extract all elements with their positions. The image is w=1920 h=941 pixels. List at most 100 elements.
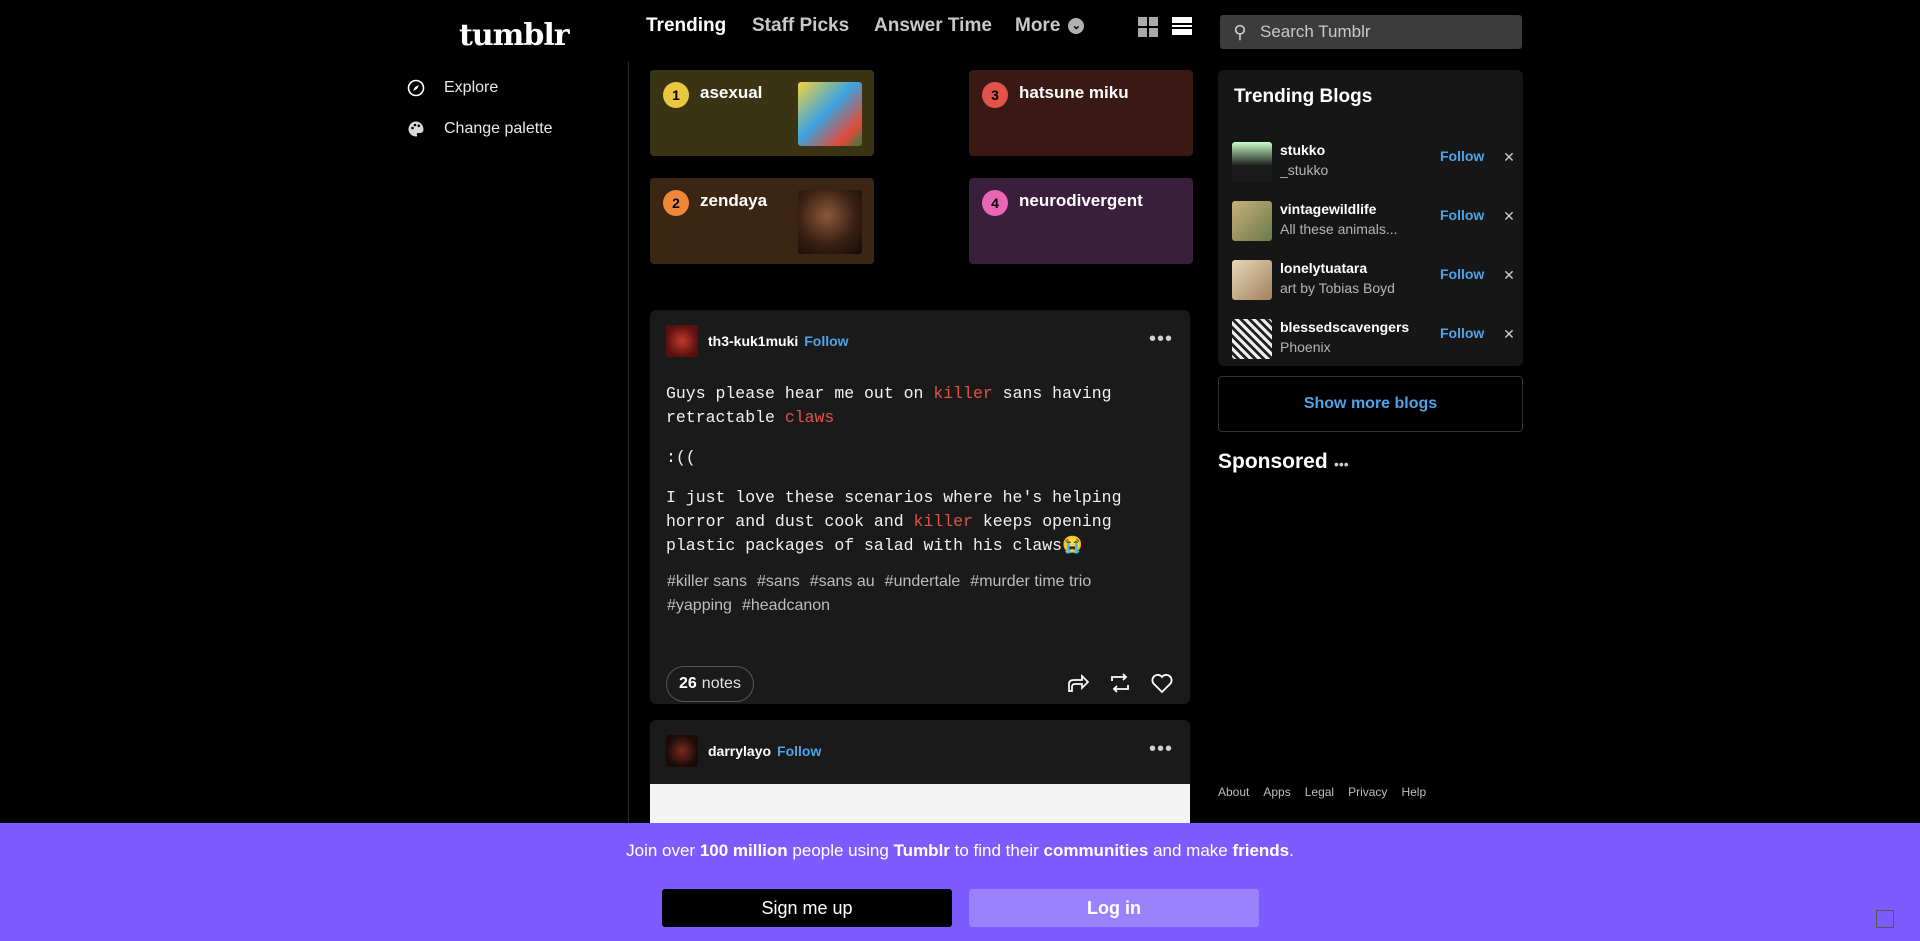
footer-link-legal[interactable]: Legal <box>1305 785 1334 799</box>
trending-blogs-panel: Trending Blogs stukko _stukko Follow ✕ v… <box>1218 70 1523 366</box>
more-options-button[interactable]: ••• <box>1334 456 1349 472</box>
post-header: th3-kuk1muki Follow ••• <box>650 310 1190 372</box>
blog-name: lonelytuatara <box>1280 260 1368 276</box>
blog-row-stukko[interactable]: stukko _stukko Follow ✕ <box>1232 136 1522 194</box>
close-icon[interactable]: ✕ <box>1502 209 1516 223</box>
footer-link-about[interactable]: About <box>1218 785 1249 799</box>
trending-thumbnail <box>798 190 862 254</box>
tag-link[interactable]: #sans <box>752 570 805 594</box>
trending-rank: 4 <box>982 190 1008 216</box>
scroll-to-top-button[interactable] <box>1876 910 1894 928</box>
blog-name: blessedscavengers <box>1280 319 1410 335</box>
trending-rank: 1 <box>663 82 689 108</box>
post-highlight: killer <box>933 384 993 403</box>
trending-rank: 2 <box>663 190 689 216</box>
tab-more[interactable]: More ⌄ <box>999 0 1100 52</box>
trending-name: asexual <box>700 83 763 102</box>
follow-button[interactable]: Follow <box>777 743 821 759</box>
banner-text: Join over 100 million people using Tumbl… <box>0 841 1920 861</box>
blog-name: vintagewildlife <box>1280 201 1377 217</box>
avatar <box>1232 319 1272 359</box>
blog-description: Phoenix <box>1280 339 1331 355</box>
trending-name: neurodivergent <box>1019 191 1143 210</box>
close-icon[interactable]: ✕ <box>1502 327 1516 341</box>
avatar[interactable] <box>666 325 698 357</box>
notes-label: notes <box>701 675 741 692</box>
view-list-button[interactable] <box>1170 14 1194 40</box>
reblog-button[interactable] <box>1107 670 1133 696</box>
blog-description: _stukko <box>1280 162 1329 178</box>
tab-answer-time[interactable]: Answer Time <box>858 0 1008 52</box>
trending-tile-neurodivergent[interactable]: 4 neurodivergent <box>969 178 1193 264</box>
follow-button[interactable]: Follow <box>804 333 848 349</box>
notes-button[interactable]: 26 notes <box>666 666 754 702</box>
sidebar-item-label: Explore <box>444 79 499 96</box>
footer-link-privacy[interactable]: Privacy <box>1348 785 1387 799</box>
trending-thumbnail <box>798 82 862 146</box>
signup-banner: Join over 100 million people using Tumbl… <box>0 823 1920 941</box>
tumblr-logo[interactable]: tumblr <box>459 18 570 53</box>
sidebar-item-label: Change palette <box>444 120 553 137</box>
sign-up-button[interactable]: Sign me up <box>662 889 952 927</box>
notes-count: 26 <box>679 675 697 692</box>
list-icon <box>1172 17 1192 35</box>
tab-trending[interactable]: Trending <box>630 0 742 52</box>
close-icon[interactable]: ✕ <box>1502 268 1516 282</box>
tag-link[interactable]: #yapping <box>662 594 737 618</box>
more-options-button[interactable]: ••• <box>1146 324 1176 354</box>
heart-icon <box>1151 674 1173 694</box>
footer-link-apps[interactable]: Apps <box>1263 785 1290 799</box>
trending-name: hatsune miku <box>1019 83 1129 102</box>
avatar <box>1232 260 1272 300</box>
trending-tile-hatsune-miku[interactable]: 3 hatsune miku <box>969 70 1193 156</box>
sidebar-divider <box>628 62 629 941</box>
palette-icon <box>406 119 426 139</box>
blog-row-blessedscavengers[interactable]: blessedscavengers Phoenix Follow ✕ <box>1232 313 1522 371</box>
search-input[interactable] <box>1260 15 1522 49</box>
tag-link[interactable]: #killer sans <box>662 570 752 594</box>
sidebar-item-explore[interactable]: Explore <box>390 68 628 108</box>
post-header: darrylayo Follow ••• <box>650 720 1190 782</box>
post-paragraph: :(( <box>666 448 696 467</box>
follow-button[interactable]: Follow <box>1440 207 1484 223</box>
post-username[interactable]: th3-kuk1muki <box>708 333 798 349</box>
trending-name: zendaya <box>700 191 768 210</box>
search-icon[interactable]: ⚲ <box>1220 22 1260 43</box>
search-box: ⚲ <box>1220 15 1522 49</box>
banner-bold: friends <box>1232 841 1290 860</box>
follow-button[interactable]: Follow <box>1440 148 1484 164</box>
share-button[interactable] <box>1065 670 1091 696</box>
sidebar-item-change-palette[interactable]: Change palette <box>390 109 628 149</box>
follow-button[interactable]: Follow <box>1440 266 1484 282</box>
tab-answer-time-label: Answer Time <box>874 15 992 36</box>
tab-staff-picks[interactable]: Staff Picks <box>736 0 865 52</box>
post-card: th3-kuk1muki Follow ••• Guys please hear… <box>650 310 1190 704</box>
blog-row-vintagewildlife[interactable]: vintagewildlife All these animals... Fol… <box>1232 195 1522 253</box>
post-username[interactable]: darrylayo <box>708 743 771 759</box>
avatar <box>1232 201 1272 241</box>
post-paragraph: I just love these scenarios where he's h… <box>666 486 1166 558</box>
trending-tile-asexual[interactable]: 1 asexual <box>650 70 874 156</box>
trending-blogs-title: Trending Blogs <box>1234 86 1373 107</box>
tag-link[interactable]: #murder time trio <box>965 570 1096 594</box>
follow-button[interactable]: Follow <box>1440 325 1484 341</box>
share-icon <box>1068 673 1090 692</box>
more-options-button[interactable]: ••• <box>1146 734 1176 764</box>
avatar[interactable] <box>666 735 698 767</box>
show-more-blogs-button[interactable]: Show more blogs <box>1218 376 1523 432</box>
post-tags: #killer sans #sans #sans au #undertale #… <box>662 570 1162 618</box>
blog-description: art by Tobias Boyd <box>1280 280 1395 296</box>
like-button[interactable] <box>1149 670 1175 696</box>
footer-link-help[interactable]: Help <box>1401 785 1426 799</box>
tag-link[interactable]: #sans au <box>805 570 880 594</box>
banner-bold: 100 million <box>699 841 788 860</box>
close-icon[interactable]: ✕ <box>1502 150 1516 164</box>
tag-link[interactable]: #undertale <box>880 570 966 594</box>
ellipsis-icon: ••• <box>1148 327 1173 350</box>
view-masonry-button[interactable] <box>1136 14 1160 40</box>
post-body: Guys please hear me out on killer sans h… <box>666 382 1166 574</box>
trending-tile-zendaya[interactable]: 2 zendaya <box>650 178 874 264</box>
blog-row-lonelytuatara[interactable]: lonelytuatara art by Tobias Boyd Follow … <box>1232 254 1522 312</box>
tag-link[interactable]: #headcanon <box>737 594 835 618</box>
log-in-button[interactable]: Log in <box>969 889 1259 927</box>
